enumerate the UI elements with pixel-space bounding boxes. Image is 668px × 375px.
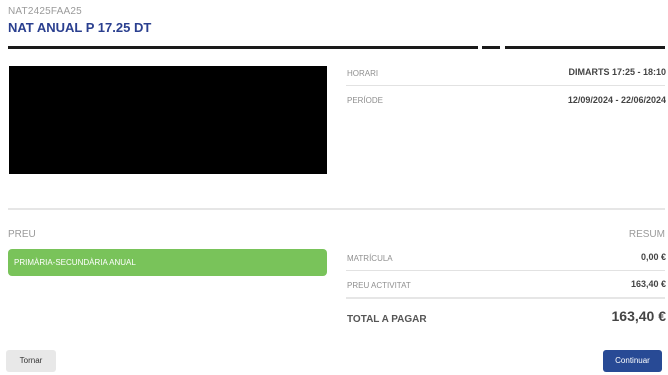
header-divider-mid <box>482 46 500 49</box>
header-divider-right <box>505 46 665 49</box>
periode-value: 12/09/2024 - 22/06/2024 <box>567 95 666 105</box>
activity-code: NAT2425FAA25 <box>8 6 82 17</box>
total-label: TOTAL A PAGAR <box>347 314 427 325</box>
section-divider <box>8 208 665 210</box>
horari-value: DIMARTS 17:25 - 18:10 <box>568 67 666 77</box>
price-section-label: PREU <box>8 229 36 240</box>
matricula-label: MATRÍCULA <box>347 254 393 263</box>
activitat-label: PREU ACTIVITAT <box>347 281 411 290</box>
activity-image <box>9 66 327 174</box>
price-option-button[interactable]: PRIMÀRIA-SECUNDÀRIA ANUAL <box>8 249 327 276</box>
total-value: 163,40 € <box>611 308 667 324</box>
matricula-divider <box>346 270 665 271</box>
horari-divider <box>346 85 665 86</box>
header-divider-main <box>8 46 478 49</box>
activitat-value: 163,40 € <box>630 279 666 289</box>
back-button[interactable]: Tornar <box>6 350 56 372</box>
matricula-value: 0,00 € <box>640 252 666 262</box>
periode-label: PERÍODE <box>347 96 384 105</box>
activity-title: NAT ANUAL P 17.25 DT <box>8 20 152 35</box>
continue-button[interactable]: Continuar <box>603 350 662 372</box>
activitat-divider <box>346 297 665 299</box>
summary-section-label: RESUM <box>628 229 665 240</box>
horari-label: HORARI <box>347 69 379 78</box>
